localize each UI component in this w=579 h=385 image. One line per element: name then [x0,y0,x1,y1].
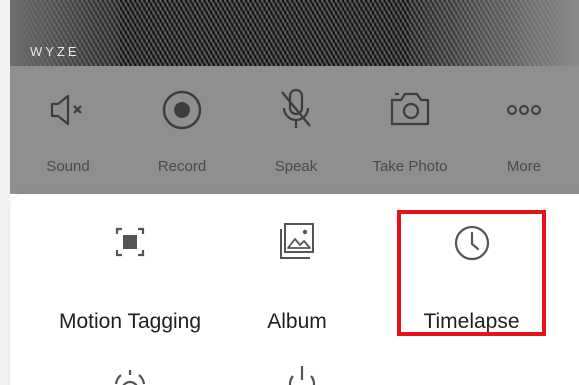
control-bar: Sound Record Speak Take Photo More [10,66,579,194]
speak-button[interactable]: Speak [240,66,352,194]
take-photo-button[interactable]: Take Photo [354,66,466,194]
more-dots-icon [507,105,541,115]
album-icon [280,223,314,259]
record-label: Record [157,158,207,175]
sound-button[interactable]: Sound [12,66,124,194]
camera-shade-right [409,0,579,66]
wyze-watermark: WYZE [30,44,80,59]
camera-icon [390,92,430,126]
motion-tagging-label: Motion Tagging [58,310,202,333]
more-label: More [506,158,542,175]
speak-label: Speak [274,158,318,175]
timelapse-label: Timelapse [423,310,520,333]
power-button[interactable] [272,364,332,385]
clock-icon [454,225,489,261]
alarm-button[interactable] [100,366,160,385]
take-photo-label: Take Photo [372,158,448,175]
speaker-mute-icon [50,94,82,126]
album-button[interactable]: Album [227,214,367,333]
timelapse-button[interactable]: Timelapse [397,214,546,333]
power-icon [288,366,316,385]
left-edge [0,0,10,385]
features-sheet: Motion Tagging Album Timelapse [10,194,579,385]
camera-preview[interactable]: WYZE [10,0,579,66]
more-button[interactable]: More [468,66,579,194]
microphone-off-icon [281,88,311,128]
album-label: Album [267,310,327,333]
motion-tagging-icon [115,227,145,257]
record-button[interactable]: Record [126,66,238,194]
alarm-icon [114,370,146,385]
record-icon [162,90,202,130]
app-screen: WYZE Sound Record Speak Take Photo More … [0,0,579,385]
motion-tagging-button[interactable]: Motion Tagging [40,214,220,333]
sound-label: Sound [46,158,90,175]
